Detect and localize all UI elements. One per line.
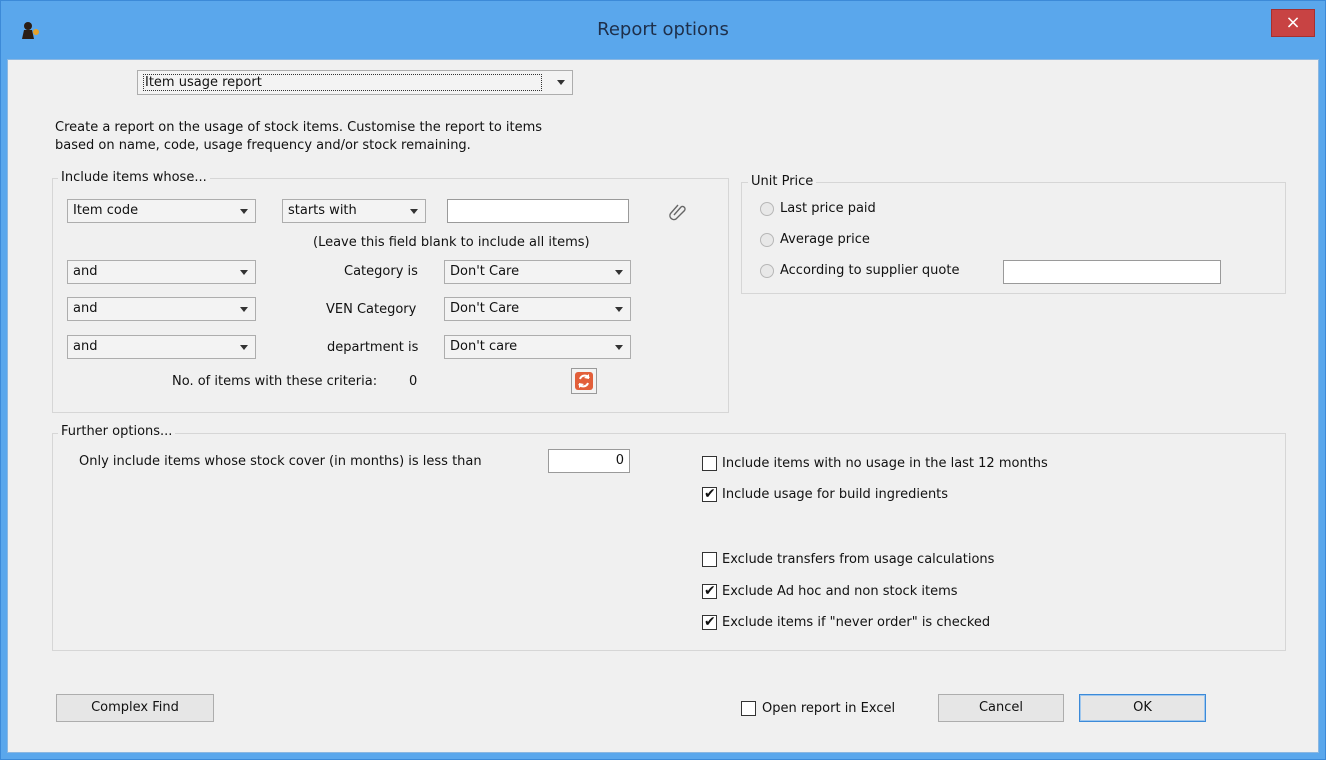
supplier-quote-input[interactable] [1003,260,1221,284]
cancel-button[interactable]: Cancel [938,694,1064,722]
build-ingredients-checkbox[interactable]: ✔ [702,486,717,502]
build-ingredients-label: Include usage for build ingredients [722,487,949,502]
category-label: Category is [344,264,418,279]
field-select[interactable]: Item code [67,199,256,223]
chevron-down-icon [240,307,248,312]
report-options-window: Report options × Item usage report Creat… [0,0,1326,760]
supplier-quote-label: According to supplier quote [780,263,960,278]
report-type-select[interactable]: Item usage report [137,70,573,95]
field-select-value: Item code [73,203,139,218]
category-select[interactable]: Don't Care [444,260,631,284]
chevron-down-icon [240,345,248,350]
conj-select-value: and [73,264,98,279]
chevron-down-icon [615,270,623,275]
criteria-count-value: 0 [409,374,418,389]
paperclip-icon[interactable] [668,201,688,221]
report-description-line-2: based on name, code, usage frequency and… [55,138,471,153]
operator-select[interactable]: starts with [282,199,426,223]
department-select[interactable]: Don't care [444,335,631,359]
chevron-down-icon [410,209,418,214]
ven-category-label: VEN Category [326,302,417,317]
item-code-input[interactable] [447,199,629,223]
chevron-down-icon [240,270,248,275]
refresh-icon [575,372,593,390]
check-icon: ✔ [704,583,716,599]
check-icon: ✔ [704,614,716,630]
conj-select-2[interactable]: and [67,297,256,321]
stock-cover-label: Only include items whose stock cover (in… [79,454,482,469]
open-excel-checkbox[interactable] [741,701,756,716]
department-select-value: Don't care [450,339,518,354]
report-type-value: Item usage report [143,74,542,91]
dialog-body: Item usage report Create a report on the… [7,59,1319,753]
exclude-adhoc-checkbox[interactable]: ✔ [702,583,717,599]
ven-category-select[interactable]: Don't Care [444,297,631,321]
check-icon: ✔ [704,486,716,502]
report-description-line-1: Create a report on the usage of stock it… [55,120,543,135]
supplier-quote-radio[interactable] [760,264,774,278]
complex-find-button[interactable]: Complex Find [56,694,214,722]
chevron-down-icon [557,80,565,85]
exclude-transfers-label: Exclude transfers from usage calculation… [722,552,995,567]
average-price-label: Average price [780,232,870,247]
no-usage-label: Include items with no usage in the last … [722,456,1048,471]
last-price-radio[interactable] [760,202,774,216]
category-select-value: Don't Care [450,264,520,279]
criteria-count-label: No. of items with these criteria: [172,374,378,389]
include-items-title: Include items whose... [58,170,210,185]
exclude-never-order-checkbox[interactable]: ✔ [702,614,717,630]
chevron-down-icon [615,307,623,312]
unit-price-title: Unit Price [748,174,817,189]
department-label: department is [327,340,419,355]
ok-button[interactable]: OK [1079,694,1206,722]
operator-select-value: starts with [288,203,357,218]
average-price-radio[interactable] [760,233,774,247]
last-price-label: Last price paid [780,201,876,216]
open-excel-label: Open report in Excel [762,701,896,716]
chevron-down-icon [240,209,248,214]
blank-field-hint: (Leave this field blank to include all i… [313,235,590,250]
stock-cover-input[interactable]: 0 [548,449,630,473]
window-title: Report options [597,19,729,40]
conj-select-value: and [73,301,98,316]
no-usage-checkbox[interactable] [702,456,717,471]
exclude-never-order-label: Exclude items if "never order" is checke… [722,615,991,630]
ven-category-select-value: Don't Care [450,301,520,316]
close-button[interactable]: × [1271,9,1315,37]
further-options-title: Further options... [58,424,176,439]
exclude-adhoc-label: Exclude Ad hoc and non stock items [722,584,958,599]
conj-select-value: and [73,339,98,354]
conj-select-1[interactable]: and [67,260,256,284]
conj-select-3[interactable]: and [67,335,256,359]
title-bar: Report options × [1,1,1325,61]
chevron-down-icon [615,345,623,350]
refresh-button[interactable] [571,368,597,394]
exclude-transfers-checkbox[interactable] [702,552,717,567]
